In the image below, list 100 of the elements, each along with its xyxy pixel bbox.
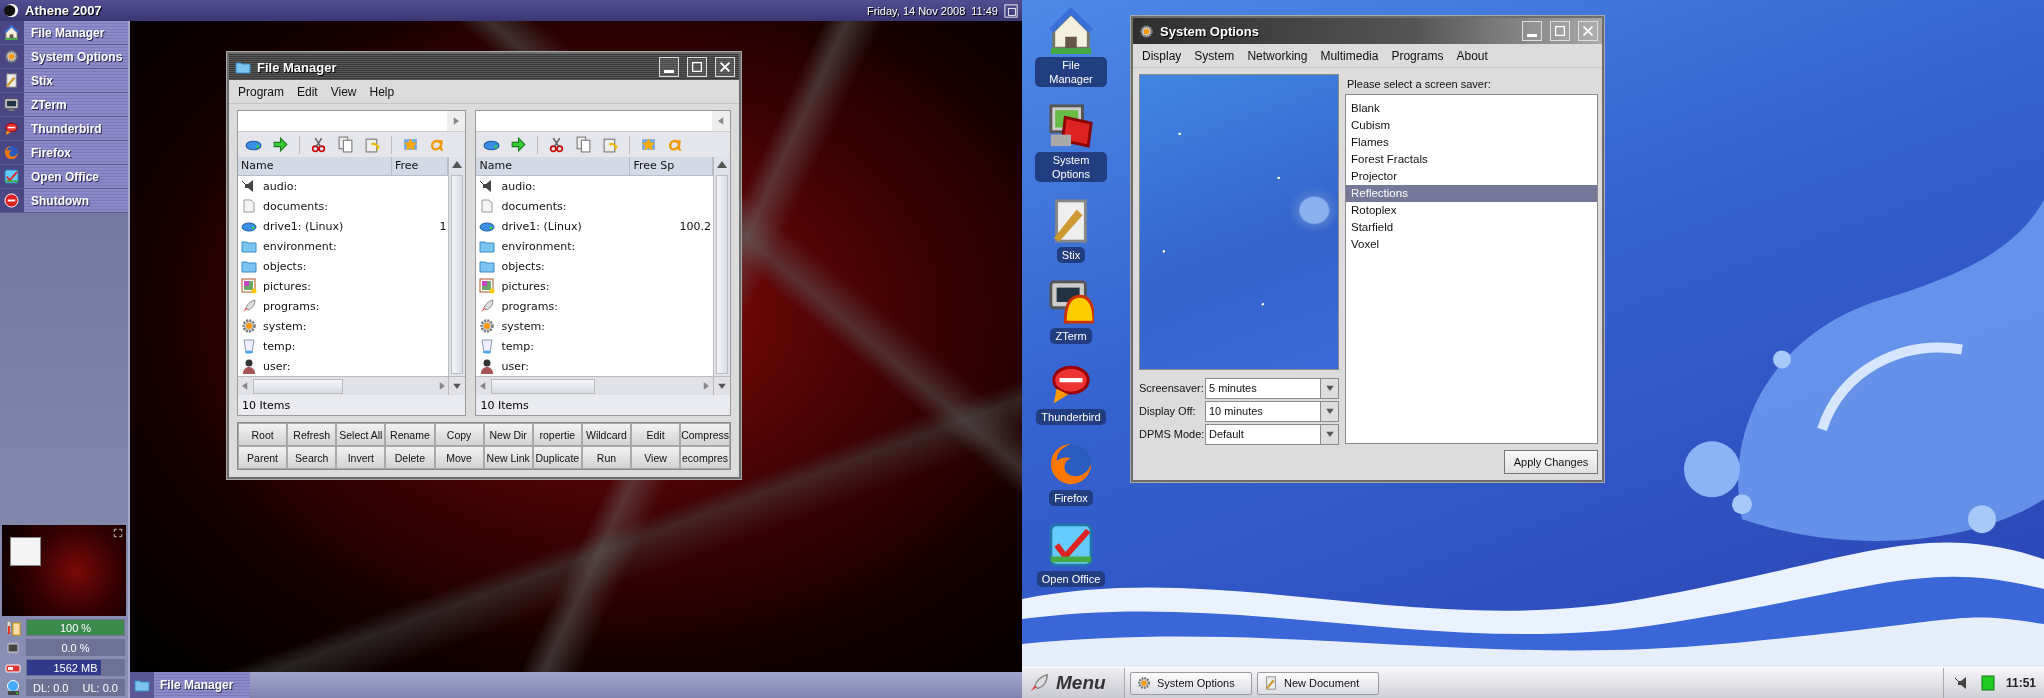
- file-name[interactable]: programs:: [501, 299, 558, 313]
- list-item[interactable]: Forest Fractals: [1346, 151, 1597, 168]
- house-icon[interactable]: [1048, 8, 1094, 54]
- menu-item[interactable]: Networking: [1247, 48, 1308, 63]
- action-button[interactable]: Search: [287, 446, 337, 469]
- apply-button[interactable]: Apply Changes: [1504, 450, 1598, 474]
- menu-item[interactable]: About: [1456, 48, 1488, 63]
- file-name[interactable]: temp:: [263, 339, 296, 353]
- file-name[interactable]: documents:: [263, 199, 328, 213]
- menu-item[interactable]: View: [330, 84, 357, 99]
- shortcut-label[interactable]: Thunderbird: [1036, 409, 1106, 425]
- list-item[interactable]: Reflections: [1346, 185, 1597, 202]
- action-button[interactable]: Delete: [385, 446, 435, 469]
- file-name[interactable]: objects:: [263, 259, 307, 273]
- file-name[interactable]: temp:: [501, 339, 534, 353]
- arrow-icon[interactable]: [272, 136, 289, 153]
- maximize-button[interactable]: [687, 57, 707, 77]
- menu-item[interactable]: Display: [1142, 48, 1182, 63]
- path-field[interactable]: [476, 111, 730, 132]
- terminal-icon[interactable]: [1048, 279, 1094, 325]
- dropdown[interactable]: 10 minutes: [1205, 400, 1339, 422]
- copy-icon[interactable]: [337, 136, 354, 153]
- action-button[interactable]: Duplicate: [532, 446, 582, 469]
- action-button[interactable]: Select All: [336, 423, 386, 446]
- action-button[interactable]: Rename: [385, 423, 435, 446]
- copy-icon[interactable]: [575, 136, 593, 153]
- menu-item[interactable]: Help: [369, 84, 395, 99]
- list-item[interactable]: Starfield: [1346, 219, 1597, 236]
- taskbar-button[interactable]: New Document: [1257, 671, 1379, 695]
- file-name[interactable]: pictures:: [263, 279, 311, 293]
- paste-icon[interactable]: [602, 136, 620, 153]
- file-name[interactable]: user:: [501, 359, 529, 373]
- action-button[interactable]: New Link: [483, 446, 533, 469]
- file-name[interactable]: environment:: [501, 239, 576, 253]
- star-icon[interactable]: [640, 136, 658, 153]
- taskbar-button[interactable]: System Options: [1130, 671, 1252, 695]
- list-item[interactable]: Projector: [1346, 168, 1597, 185]
- checkmark-icon[interactable]: [1048, 522, 1094, 568]
- file-name[interactable]: audio:: [263, 179, 298, 193]
- globe-icon[interactable]: [1048, 441, 1094, 487]
- shortcut-label[interactable]: ZTerm: [1050, 328, 1092, 344]
- action-button[interactable]: View: [631, 446, 681, 469]
- file-name[interactable]: system:: [263, 319, 307, 333]
- path-field[interactable]: [238, 111, 466, 132]
- column-header[interactable]: Name: [238, 157, 392, 175]
- minimize-button[interactable]: [659, 57, 679, 77]
- star-icon[interactable]: [402, 136, 419, 153]
- file-name[interactable]: objects:: [501, 259, 545, 273]
- shortcut-label[interactable]: Firefox: [1049, 490, 1093, 506]
- action-button[interactable]: Invert: [336, 446, 386, 469]
- file-name[interactable]: pictures:: [501, 279, 550, 293]
- window-icon[interactable]: [1004, 3, 1018, 18]
- menu-item[interactable]: Program: [238, 84, 284, 99]
- status-icon[interactable]: [1979, 675, 1996, 691]
- action-button[interactable]: Move: [434, 446, 484, 469]
- list-item[interactable]: Cubism: [1346, 117, 1597, 134]
- list-item[interactable]: Flames: [1346, 134, 1597, 151]
- column-header[interactable]: Name: [476, 157, 631, 175]
- desktop-thumbnail[interactable]: [2, 525, 126, 616]
- file-name[interactable]: documents:: [501, 199, 567, 213]
- computer-icon[interactable]: [1048, 103, 1094, 149]
- action-button[interactable]: Parent: [238, 446, 288, 469]
- paste-icon[interactable]: [364, 136, 381, 153]
- shortcut-label[interactable]: Stix: [1056, 247, 1086, 263]
- scissors-icon[interactable]: [310, 136, 327, 153]
- action-button[interactable]: ecompres: [680, 446, 730, 469]
- dropdown[interactable]: 5 minutes: [1205, 377, 1339, 399]
- list-item[interactable]: Voxel: [1346, 236, 1597, 253]
- file-name[interactable]: programs:: [263, 299, 320, 313]
- file-name[interactable]: drive1: (Linux): [501, 219, 582, 233]
- action-button[interactable]: Copy: [434, 423, 484, 446]
- close-button[interactable]: [715, 57, 735, 77]
- action-button[interactable]: Edit: [631, 423, 681, 446]
- menu-item[interactable]: Edit: [297, 84, 318, 99]
- file-name[interactable]: environment:: [263, 239, 337, 253]
- menu-item[interactable]: Multimedia: [1320, 48, 1379, 63]
- scissors-icon[interactable]: [548, 136, 566, 153]
- file-name[interactable]: system:: [501, 319, 545, 333]
- action-button[interactable]: Run: [581, 446, 631, 469]
- arrow-icon[interactable]: [510, 136, 528, 153]
- shortcut-label[interactable]: System Options: [1035, 152, 1107, 182]
- shortcut-label[interactable]: Open Office: [1036, 571, 1106, 587]
- dropdown[interactable]: Default: [1205, 423, 1339, 445]
- menu-item[interactable]: Programs: [1391, 48, 1444, 63]
- action-button[interactable]: ropertie: [532, 423, 582, 446]
- action-button[interactable]: Compress: [680, 423, 730, 446]
- shortcut-label[interactable]: File Manager: [1035, 57, 1107, 87]
- list-item[interactable]: Rotoplex: [1346, 202, 1597, 219]
- list-item[interactable]: Blank: [1346, 100, 1597, 117]
- action-button[interactable]: Refresh: [287, 423, 337, 446]
- action-button[interactable]: New Dir: [483, 423, 533, 446]
- file-name[interactable]: user:: [263, 359, 291, 373]
- vertical-scrollbar[interactable]: [713, 157, 730, 376]
- vertical-scrollbar[interactable]: [448, 157, 466, 376]
- action-button[interactable]: Root: [238, 423, 288, 446]
- file-name[interactable]: drive1: (Linux): [263, 219, 344, 233]
- expand-icon[interactable]: [113, 528, 123, 538]
- menu-item[interactable]: System: [1194, 48, 1235, 63]
- menu-button[interactable]: Menu: [1022, 668, 1125, 698]
- action-button[interactable]: Wildcard: [581, 423, 631, 446]
